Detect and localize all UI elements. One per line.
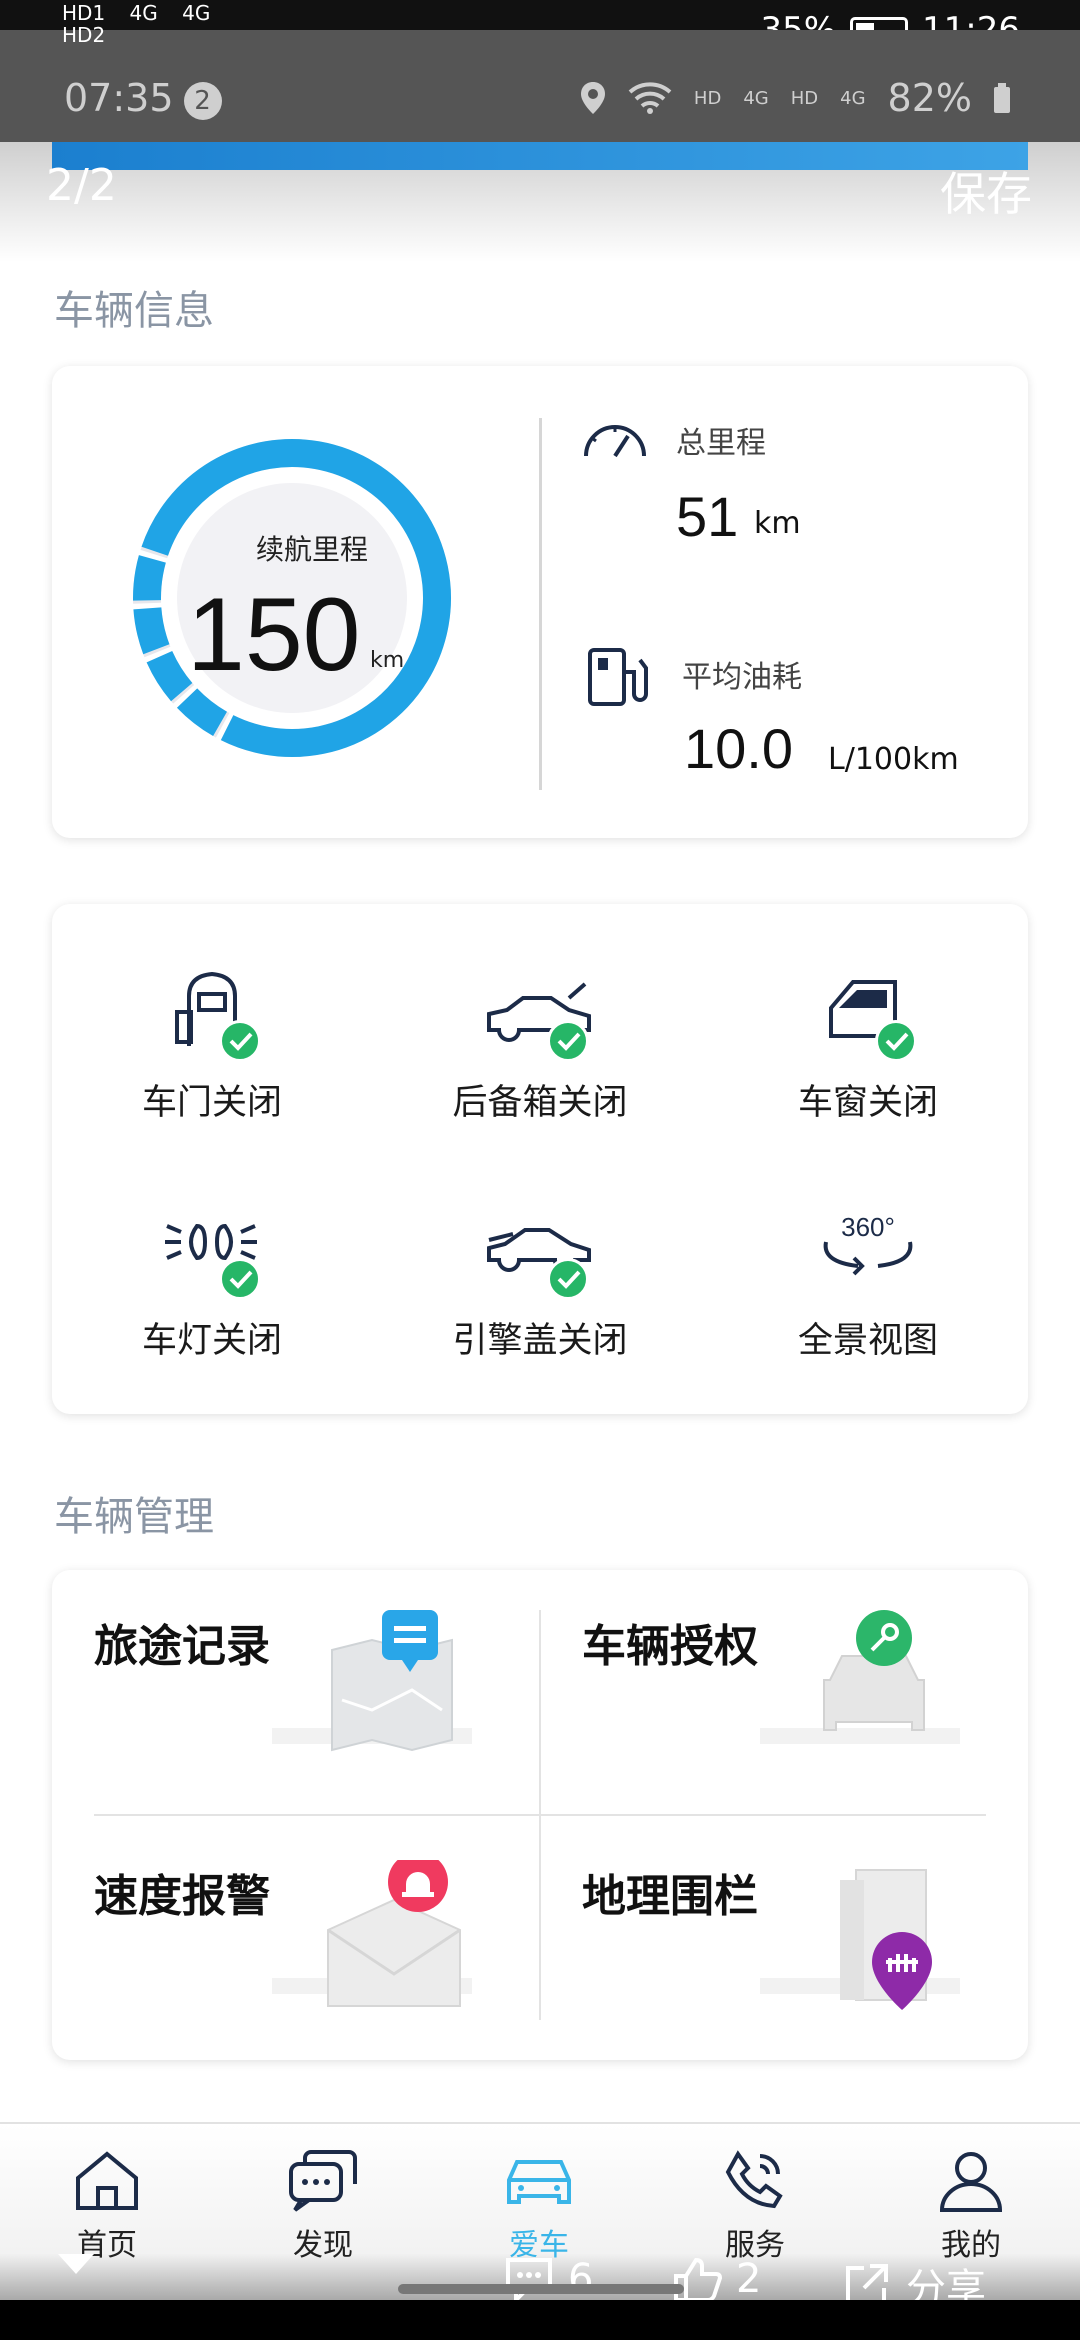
info-divider <box>539 418 542 790</box>
4g-signal-2: 4G <box>840 87 866 109</box>
signal-tags: HD1 4G 4G HD2 <box>62 2 210 46</box>
status-battery: 82% <box>887 76 972 120</box>
car-key-auth-icon <box>760 1610 960 1744</box>
location-icon <box>580 82 605 114</box>
home-icon <box>76 2151 138 2210</box>
status-trunk-label: 后备箱关闭 <box>452 1083 628 1123</box>
odometer-label: 总里程 <box>676 426 766 461</box>
vehicle-info-card: 续航里程 150 km 总里程 51 km 平均油耗 10.0 L/100km <box>52 366 1028 838</box>
trip-map-icon <box>272 1610 472 1752</box>
home-indicator[interactable] <box>398 2284 684 2294</box>
trip-record-button[interactable]: 旅途记录 <box>52 1570 512 1770</box>
fuel-pump-icon <box>588 648 648 706</box>
panorama-view-button[interactable]: 360° 全景视图 <box>708 1200 1028 1363</box>
vehicle-authorization-label: 车辆授权 <box>582 1621 758 1672</box>
status-time-group: 07:35 2 <box>64 76 222 120</box>
fuel-value: 10.0 <box>684 717 793 780</box>
status-window-label: 车窗关闭 <box>797 1083 938 1123</box>
status-hood[interactable]: 引擎盖关闭 <box>380 1200 700 1363</box>
save-button[interactable]: 保存 <box>940 158 1032 224</box>
screen: 35% 11:26 HD1 4G 4G HD2 07:352 HD 4G HD … <box>0 0 1080 2340</box>
status-window[interactable]: 车窗关闭 <box>708 962 1028 1125</box>
trip-record-label: 旅途记录 <box>94 1621 270 1672</box>
comments-button[interactable]: 6 <box>504 2256 593 2302</box>
4g-tag-2: 4G <box>182 1 211 25</box>
hd-tag-2: HD <box>790 87 819 109</box>
odometer-value: 51 <box>676 485 739 548</box>
comment-icon <box>506 2258 552 2302</box>
discover-chat-icon <box>289 2150 357 2212</box>
status-door[interactable]: 车门关闭 <box>52 962 372 1125</box>
geofence-label: 地理围栏 <box>582 1871 758 1922</box>
range-value: 150 <box>187 577 361 693</box>
fuel-label: 平均油耗 <box>682 660 802 695</box>
like-button[interactable]: 2 <box>672 2256 761 2302</box>
comments-count: 6 <box>568 2256 594 2302</box>
odometer-unit: km <box>754 506 801 541</box>
geofence-icon <box>760 1869 960 2010</box>
status-hood-label: 引擎盖关闭 <box>452 1321 628 1361</box>
hd-tag-1: HD <box>693 87 722 109</box>
car-icon <box>507 2160 571 2204</box>
status-icons: HD 4G HD 4G 82% <box>580 76 1010 120</box>
speedometer-icon <box>584 425 646 458</box>
bottom-edge <box>0 2300 1080 2340</box>
speed-alarm-icon <box>272 1860 472 2007</box>
status-light-label: 车灯关闭 <box>141 1321 282 1361</box>
check-icon <box>547 1020 589 1062</box>
check-icon <box>547 1258 589 1300</box>
status-time: 07:35 <box>64 76 174 120</box>
thumbs-up-icon <box>674 2257 722 2302</box>
check-icon <box>219 1258 261 1300</box>
status-bar: HD1 4G 4G HD2 07:35 2 HD 4G HD 4G 82% <box>0 2 1080 142</box>
geofence-button[interactable]: 地理围栏 <box>540 1820 1000 2020</box>
hd2-tag: HD2 <box>62 23 106 47</box>
4g-tag: 4G <box>129 1 158 25</box>
vehicle-management-title: 车辆管理 <box>54 1494 214 1540</box>
vehicle-status-card: 车门关闭 后备箱关闭 车窗关闭 车灯关闭 引擎盖关闭 360° 全景视图 <box>52 904 1028 1414</box>
range-label: 续航里程 <box>255 533 368 566</box>
status-door-label: 车门关闭 <box>141 1083 282 1123</box>
service-phone-icon <box>725 2150 783 2209</box>
vehicle-management-card: 旅途记录 车辆授权 速度报警 地理围栏 <box>52 1570 1028 2060</box>
page-indicator: 2/2 <box>46 160 117 211</box>
vehicle-info-title: 车辆信息 <box>54 288 214 334</box>
notification-badge: 2 <box>183 81 222 120</box>
status-trunk[interactable]: 后备箱关闭 <box>380 962 700 1125</box>
4g-signal-1: 4G <box>743 87 769 109</box>
collapse-arrow-icon[interactable] <box>58 2254 94 2274</box>
speed-alarm-button[interactable]: 速度报警 <box>52 1820 512 2020</box>
profile-icon <box>939 2152 1003 2212</box>
battery-small-icon <box>994 83 1010 113</box>
status-light[interactable]: 车灯关闭 <box>52 1200 372 1363</box>
check-icon <box>219 1020 261 1062</box>
likes-count: 2 <box>736 2256 762 2302</box>
svg-text:360°: 360° <box>841 1212 895 1242</box>
range-unit: km <box>370 648 405 673</box>
hd1-tag: HD1 <box>62 1 106 25</box>
check-icon <box>875 1020 917 1062</box>
panorama-360-icon: 360° <box>823 1212 913 1276</box>
vehicle-authorization-button[interactable]: 车辆授权 <box>540 1570 1000 1770</box>
wifi-icon <box>628 82 672 114</box>
banner-strip <box>52 142 1028 170</box>
management-divider-v <box>539 1610 541 2020</box>
fuel-unit: L/100km <box>828 742 959 777</box>
speed-alarm-label: 速度报警 <box>94 1871 270 1922</box>
panorama-view-label: 全景视图 <box>797 1321 938 1361</box>
